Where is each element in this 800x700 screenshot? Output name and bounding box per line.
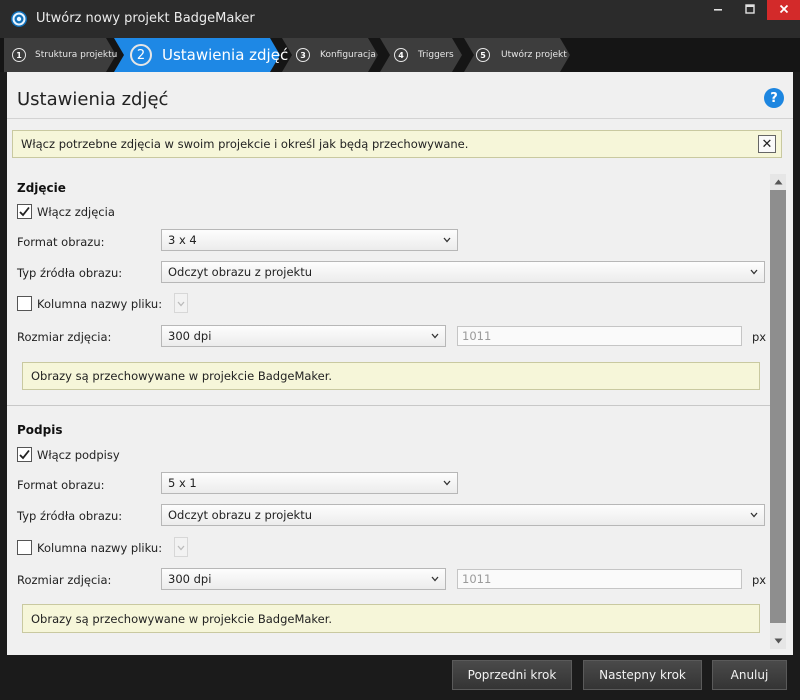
photo-size-px-value: 1011 <box>462 329 492 343</box>
photo-storage-note-text: Obrazy są przechowywane w projekcie Badg… <box>31 369 333 383</box>
content-panel: Ustawienia zdjęć ? Włącz potrzebne zdjęc… <box>7 72 793 655</box>
scroll-thumb[interactable] <box>770 190 786 623</box>
chevron-down-icon <box>443 237 451 243</box>
scroll-down-button[interactable] <box>770 633 786 649</box>
info-note-text: Włącz potrzebne zdjęcia w swoim projekci… <box>21 137 469 151</box>
signature-format-value: 5 x 1 <box>168 476 197 490</box>
page-title: Ustawienia zdjęć <box>17 89 169 110</box>
signature-format-label: Format obrazu: <box>17 478 105 492</box>
photo-size-value: 300 dpi <box>168 329 212 343</box>
close-icon: ✕ <box>761 136 773 152</box>
photo-filename-column-label: Kolumna nazwy pliku: <box>37 297 163 311</box>
chevron-down-icon <box>431 576 439 582</box>
info-note: Włącz potrzebne zdjęcia w swoim projekci… <box>12 130 782 158</box>
chevron-down-icon <box>443 480 451 486</box>
step-label: Triggers <box>418 50 454 60</box>
cancel-button[interactable]: Anuluj <box>712 660 787 690</box>
help-button[interactable]: ? <box>764 88 784 108</box>
chevron-down-icon <box>750 512 758 518</box>
chevron-down-icon <box>750 269 758 275</box>
photo-source-label: Typ źródła obrazu: <box>17 266 123 280</box>
signature-source-select[interactable]: Odczyt obrazu z projektu <box>161 504 765 526</box>
photo-source-value: Odczyt obrazu z projektu <box>168 265 313 279</box>
section-divider <box>7 405 770 406</box>
signature-filename-column-select[interactable] <box>174 537 188 557</box>
badgemaker-logo-icon <box>10 10 28 28</box>
footer-bar: Poprzedni krok Nastepny krok Anuluj <box>0 655 800 700</box>
photo-filename-column-select[interactable] <box>174 293 188 313</box>
photo-format-select[interactable]: 3 x 4 <box>161 229 458 251</box>
checkmark-icon <box>19 206 30 217</box>
signature-section-title: Podpis <box>17 423 63 437</box>
scroll-up-arrow-icon <box>774 179 782 185</box>
wizard-steps: 1 Struktura projektu 2 Ustawienia zdjęć … <box>0 38 800 72</box>
photo-size-select[interactable]: 300 dpi <box>161 325 446 347</box>
enable-photos-label: Włącz zdjęcia <box>37 205 115 219</box>
minimize-button[interactable] <box>702 0 734 20</box>
photo-storage-note: Obrazy są przechowywane w projekcie Badg… <box>22 362 760 390</box>
step-label: Ustawienia zdjęć <box>162 46 289 64</box>
photo-format-label: Format obrazu: <box>17 235 105 249</box>
step-label: Struktura projektu <box>35 50 118 60</box>
previous-step-button[interactable]: Poprzedni krok <box>452 660 572 690</box>
signature-source-label: Typ źródła obrazu: <box>17 509 123 523</box>
photo-format-value: 3 x 4 <box>168 233 197 247</box>
photo-size-label: Rozmiar zdjęcia: <box>17 330 112 344</box>
photo-source-select[interactable]: Odczyt obrazu z projektu <box>161 261 765 283</box>
chevron-down-icon <box>431 333 439 339</box>
cancel-label: Anuluj <box>730 668 769 682</box>
chevron-down-icon <box>177 545 185 551</box>
step-label: Konfiguracja <box>320 50 376 60</box>
window-title: Utwórz nowy projekt BadgeMaker <box>36 11 255 26</box>
checkmark-icon <box>19 449 30 460</box>
signature-size-px-value: 1011 <box>462 572 492 586</box>
photo-size-px-input[interactable]: 1011 <box>457 326 742 346</box>
step-number: 3 <box>296 48 310 62</box>
signature-source-value: Odczyt obrazu z projektu <box>168 508 313 522</box>
step-number: 1 <box>12 48 26 62</box>
step-number: 5 <box>476 48 490 62</box>
enable-signatures-label: Włącz podpisy <box>37 448 120 462</box>
minimize-icon <box>713 3 723 17</box>
step-number: 4 <box>394 48 408 62</box>
next-step-label: Nastepny krok <box>599 668 686 682</box>
signature-format-select[interactable]: 5 x 1 <box>161 472 458 494</box>
close-icon <box>779 3 789 17</box>
title-bar: Utwórz nowy projekt BadgeMaker <box>0 0 800 38</box>
divider <box>7 118 793 119</box>
signature-storage-note: Obrazy są przechowywane w projekcie Badg… <box>22 604 760 633</box>
step-number: 2 <box>130 44 152 66</box>
photo-section-title: Zdjęcie <box>17 181 66 195</box>
signature-filename-column-checkbox[interactable] <box>17 540 32 555</box>
signature-size-unit: px <box>752 573 767 587</box>
enable-signatures-checkbox[interactable] <box>17 447 32 462</box>
photo-filename-column-checkbox[interactable] <box>17 296 32 311</box>
signature-size-select[interactable]: 300 dpi <box>161 568 446 590</box>
signature-size-value: 300 dpi <box>168 572 212 586</box>
maximize-button[interactable] <box>734 0 766 20</box>
help-icon: ? <box>770 90 778 106</box>
vertical-scrollbar[interactable] <box>770 174 786 649</box>
step-label: Utwórz projekt <box>501 50 567 60</box>
signature-size-px-input[interactable]: 1011 <box>457 569 742 589</box>
signature-size-label: Rozmiar zdjęcia: <box>17 573 112 587</box>
photo-size-unit: px <box>752 330 767 344</box>
scroll-up-button[interactable] <box>770 174 786 190</box>
previous-step-label: Poprzedni krok <box>467 668 557 682</box>
chevron-down-icon <box>177 301 185 307</box>
signature-storage-note-text: Obrazy są przechowywane w projekcie Badg… <box>31 611 333 626</box>
signature-filename-column-label: Kolumna nazwy pliku: <box>37 541 163 555</box>
close-button[interactable] <box>767 0 800 20</box>
dismiss-note-button[interactable]: ✕ <box>758 135 776 153</box>
next-step-button[interactable]: Nastepny krok <box>583 660 702 690</box>
enable-photos-checkbox[interactable] <box>17 204 32 219</box>
scroll-down-arrow-icon <box>774 638 782 644</box>
maximize-icon <box>745 3 755 17</box>
